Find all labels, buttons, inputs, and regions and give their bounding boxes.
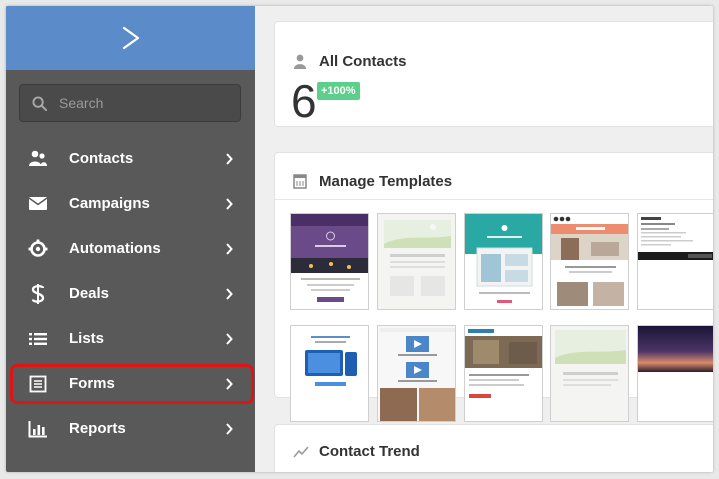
sidebar-item-forms[interactable]: Forms — [6, 361, 255, 406]
card-title[interactable]: Contact Trend — [293, 443, 420, 460]
growth-badge: +100% — [317, 82, 360, 100]
list-icon — [28, 329, 48, 349]
chevron-right-icon — [226, 197, 233, 210]
contacts-icon — [28, 149, 48, 169]
sidebar-item-lists[interactable]: Lists — [6, 316, 255, 361]
contact-trend-card: Contact Trend — [274, 424, 713, 472]
card-title: All Contacts — [293, 53, 407, 70]
card-title[interactable]: Manage Templates — [293, 173, 452, 190]
chevron-right-icon — [226, 242, 233, 255]
contact-count: 6 — [291, 75, 317, 127]
template-thumbnail[interactable] — [377, 325, 456, 422]
form-icon — [28, 374, 48, 394]
template-thumbnail[interactable] — [377, 213, 456, 310]
template-thumbnail[interactable] — [637, 213, 713, 310]
trend-line-icon — [293, 444, 309, 460]
manage-templates-card: Manage Templates — [274, 152, 713, 422]
main-content: All Contacts 6 +100% Manage Templates Co… — [255, 6, 713, 472]
sidebar-item-campaigns[interactable]: Campaigns — [6, 181, 255, 226]
sidebar-item-label: Forms — [69, 375, 115, 392]
manage-templates-title: Manage Templates — [319, 173, 453, 190]
sidebar-nav: Contacts Campaigns Automations Deals Lis… — [6, 136, 255, 451]
dollar-icon — [28, 283, 48, 304]
sidebar: Contacts Campaigns — [6, 6, 255, 472]
sidebar-item-label: Reports — [69, 420, 126, 437]
search-box[interactable] — [19, 84, 241, 122]
template-icon — [293, 174, 309, 190]
chevron-right-icon — [226, 152, 233, 165]
chevron-right-icon — [226, 377, 233, 390]
sidebar-item-label: Deals — [69, 285, 110, 302]
sidebar-item-label: Automations — [69, 240, 161, 257]
sidebar-item-reports[interactable]: Reports — [6, 406, 255, 451]
sidebar-item-label: Campaigns — [69, 195, 150, 212]
sidebar-item-label: Contacts — [69, 150, 134, 167]
all-contacts-title: All Contacts — [319, 53, 407, 70]
template-thumbnail[interactable] — [550, 213, 629, 310]
chevron-right-icon — [226, 422, 233, 435]
template-thumbnail[interactable] — [464, 213, 543, 310]
search-icon — [32, 95, 47, 111]
automation-gear-icon — [28, 239, 48, 259]
template-thumbnail[interactable] — [464, 325, 543, 422]
logo-icon — [122, 26, 139, 50]
chevron-right-icon — [226, 287, 233, 300]
sidebar-item-label: Lists — [69, 330, 105, 347]
person-icon — [293, 54, 309, 70]
sidebar-item-deals[interactable]: Deals — [6, 271, 255, 316]
app-window: Contacts Campaigns — [6, 6, 713, 472]
template-thumbnail[interactable] — [290, 325, 369, 422]
divider — [275, 199, 713, 200]
chevron-right-icon — [226, 332, 233, 345]
sidebar-item-automations[interactable]: Automations — [6, 226, 255, 271]
envelope-icon — [28, 194, 48, 214]
brand-bar[interactable] — [6, 6, 255, 70]
template-thumbnail[interactable] — [550, 325, 629, 422]
template-thumbnail[interactable] — [637, 325, 713, 422]
template-thumbnail[interactable] — [290, 213, 369, 310]
contact-trend-title: Contact Trend — [319, 443, 420, 460]
search-input[interactable] — [59, 95, 229, 111]
all-contacts-card[interactable]: All Contacts 6 +100% — [274, 21, 713, 127]
bar-chart-icon — [28, 419, 48, 439]
sidebar-item-contacts[interactable]: Contacts — [6, 136, 255, 181]
